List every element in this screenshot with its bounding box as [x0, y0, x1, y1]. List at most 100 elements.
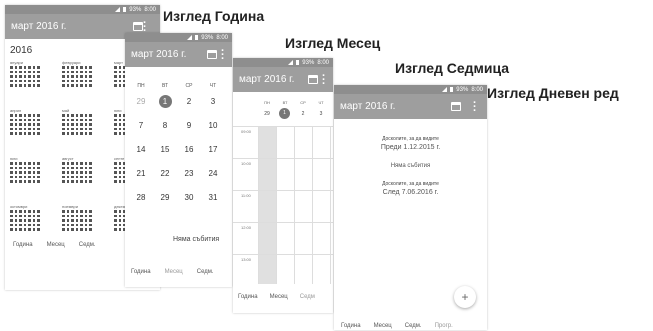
day-dot: [66, 180, 69, 183]
toolbar-title[interactable]: март 2016 г.: [131, 49, 186, 60]
month-days: [10, 162, 48, 183]
tab-month[interactable]: Месец: [374, 323, 392, 329]
day-dot: [114, 75, 117, 78]
day-dot: [118, 79, 121, 82]
toolbar-title[interactable]: март 2016 г.: [340, 101, 395, 112]
day-cell[interactable]: 24: [201, 167, 225, 180]
tab-year[interactable]: Година: [341, 323, 361, 329]
year-month[interactable]: януари: [10, 60, 48, 87]
day-cell[interactable]: 3: [201, 95, 225, 108]
week-day-header[interactable]: ЧТ 3: [312, 100, 330, 117]
day-dot: [28, 175, 31, 178]
tab-week[interactable]: Седм.: [405, 323, 422, 329]
day-dot: [71, 70, 74, 73]
year-month[interactable]: април: [10, 108, 48, 135]
calendar-today-icon[interactable]: [207, 50, 217, 59]
day-cell[interactable]: 28: [129, 191, 153, 204]
year-month[interactable]: октомври: [10, 204, 48, 231]
day-dot: [75, 219, 78, 222]
day-cell[interactable]: 1: [158, 95, 172, 108]
calendar-today-icon[interactable]: [133, 22, 143, 31]
day-dot: [14, 166, 17, 169]
toolbar-title[interactable]: март 2016 г.: [11, 21, 66, 32]
day-dot: [37, 210, 40, 213]
week-day-header[interactable]: СР 2: [294, 100, 312, 117]
agenda-view-heading: Изглед Дневен ред: [487, 85, 619, 101]
day-cell[interactable]: 14: [129, 143, 153, 156]
day-dot: [28, 132, 31, 135]
day-dot: [28, 84, 31, 87]
date-number: 2: [301, 111, 305, 117]
day-dot: [118, 219, 121, 222]
year-month[interactable]: август: [62, 156, 100, 183]
day-dot: [75, 127, 78, 130]
day-dot: [14, 114, 17, 117]
day-cell[interactable]: 11: [225, 119, 232, 132]
tab-year[interactable]: Година: [13, 242, 33, 248]
day-dot: [75, 162, 78, 165]
more-options-icon[interactable]: · · ·: [322, 71, 326, 90]
day-dot: [23, 162, 26, 165]
day-cell[interactable]: 22: [153, 167, 177, 180]
tab-week[interactable]: Седм.: [197, 269, 214, 275]
day-cell[interactable]: 16: [177, 143, 201, 156]
year-month[interactable]: май: [62, 108, 100, 135]
add-event-button[interactable]: +: [454, 286, 476, 308]
weekday-label: ПН: [264, 100, 270, 105]
day-cell[interactable]: 7: [129, 119, 153, 132]
day-cell[interactable]: 17: [201, 143, 225, 156]
day-dot: [28, 114, 31, 117]
day-dot: [62, 223, 65, 226]
tab-year[interactable]: Година: [131, 269, 151, 275]
day-dot: [62, 127, 65, 130]
day-cell[interactable]: 30: [177, 191, 201, 204]
day-cell[interactable]: 29: [129, 95, 153, 108]
toolbar-title[interactable]: март 2016 г.: [239, 74, 294, 85]
future-events-hint[interactable]: Досколите, за да видите След 7.06.2016 г…: [334, 181, 487, 196]
tab-month[interactable]: Месец: [47, 242, 65, 248]
tab-year[interactable]: Година: [238, 294, 258, 300]
tab-week[interactable]: Седм: [300, 294, 315, 300]
day-cell[interactable]: 31: [201, 191, 225, 204]
day-cell[interactable]: 23: [177, 167, 201, 180]
day-cell[interactable]: 9: [177, 119, 201, 132]
calendar-today-icon[interactable]: [308, 75, 318, 84]
tab-month[interactable]: Месец: [270, 294, 288, 300]
day-cell[interactable]: 8: [153, 119, 177, 132]
day-dot: [32, 118, 35, 121]
year-view-heading: Изглед Година: [163, 8, 265, 24]
day-cell[interactable]: 2: [177, 95, 201, 108]
day-dot: [19, 175, 22, 178]
day-dot: [118, 132, 121, 135]
week-day-header[interactable]: ВТ 1: [276, 100, 294, 119]
day-cell[interactable]: 21: [129, 167, 153, 180]
day-dot: [28, 118, 31, 121]
tab-agenda[interactable]: Прогр.: [435, 323, 453, 329]
more-options-icon[interactable]: · · ·: [221, 46, 225, 65]
day-dot: [19, 118, 22, 121]
day-cell[interactable]: 4: [225, 95, 232, 108]
day-cell[interactable]: 1: [225, 191, 232, 204]
day-dot: [14, 180, 17, 183]
more-options-icon[interactable]: · · ·: [473, 98, 477, 117]
day-cell[interactable]: 18: [225, 143, 232, 156]
year-month[interactable]: юли: [10, 156, 48, 183]
tab-week[interactable]: Седм.: [79, 242, 96, 248]
week-day-header[interactable]: ПН 29: [258, 100, 276, 117]
day-dot: [118, 210, 121, 213]
past-events-hint[interactable]: Досколите, за да видите Преди 1.12.2015 …: [334, 136, 487, 151]
battery-icon: [195, 35, 199, 40]
more-options-icon[interactable]: · · ·: [143, 18, 147, 37]
year-month[interactable]: ноември: [62, 204, 100, 231]
day-cell[interactable]: 25: [225, 167, 232, 180]
day-dot: [10, 223, 13, 226]
day-dot: [71, 228, 74, 231]
day-cell[interactable]: 15: [153, 143, 177, 156]
calendar-today-icon[interactable]: [451, 102, 461, 111]
past-hint-label: Досколите, за да видите: [382, 136, 439, 142]
year-month[interactable]: февруари: [62, 60, 100, 87]
day-dot: [84, 66, 87, 69]
tab-month[interactable]: Месец: [165, 269, 183, 275]
day-cell[interactable]: 29: [153, 191, 177, 204]
day-cell[interactable]: 10: [201, 119, 225, 132]
